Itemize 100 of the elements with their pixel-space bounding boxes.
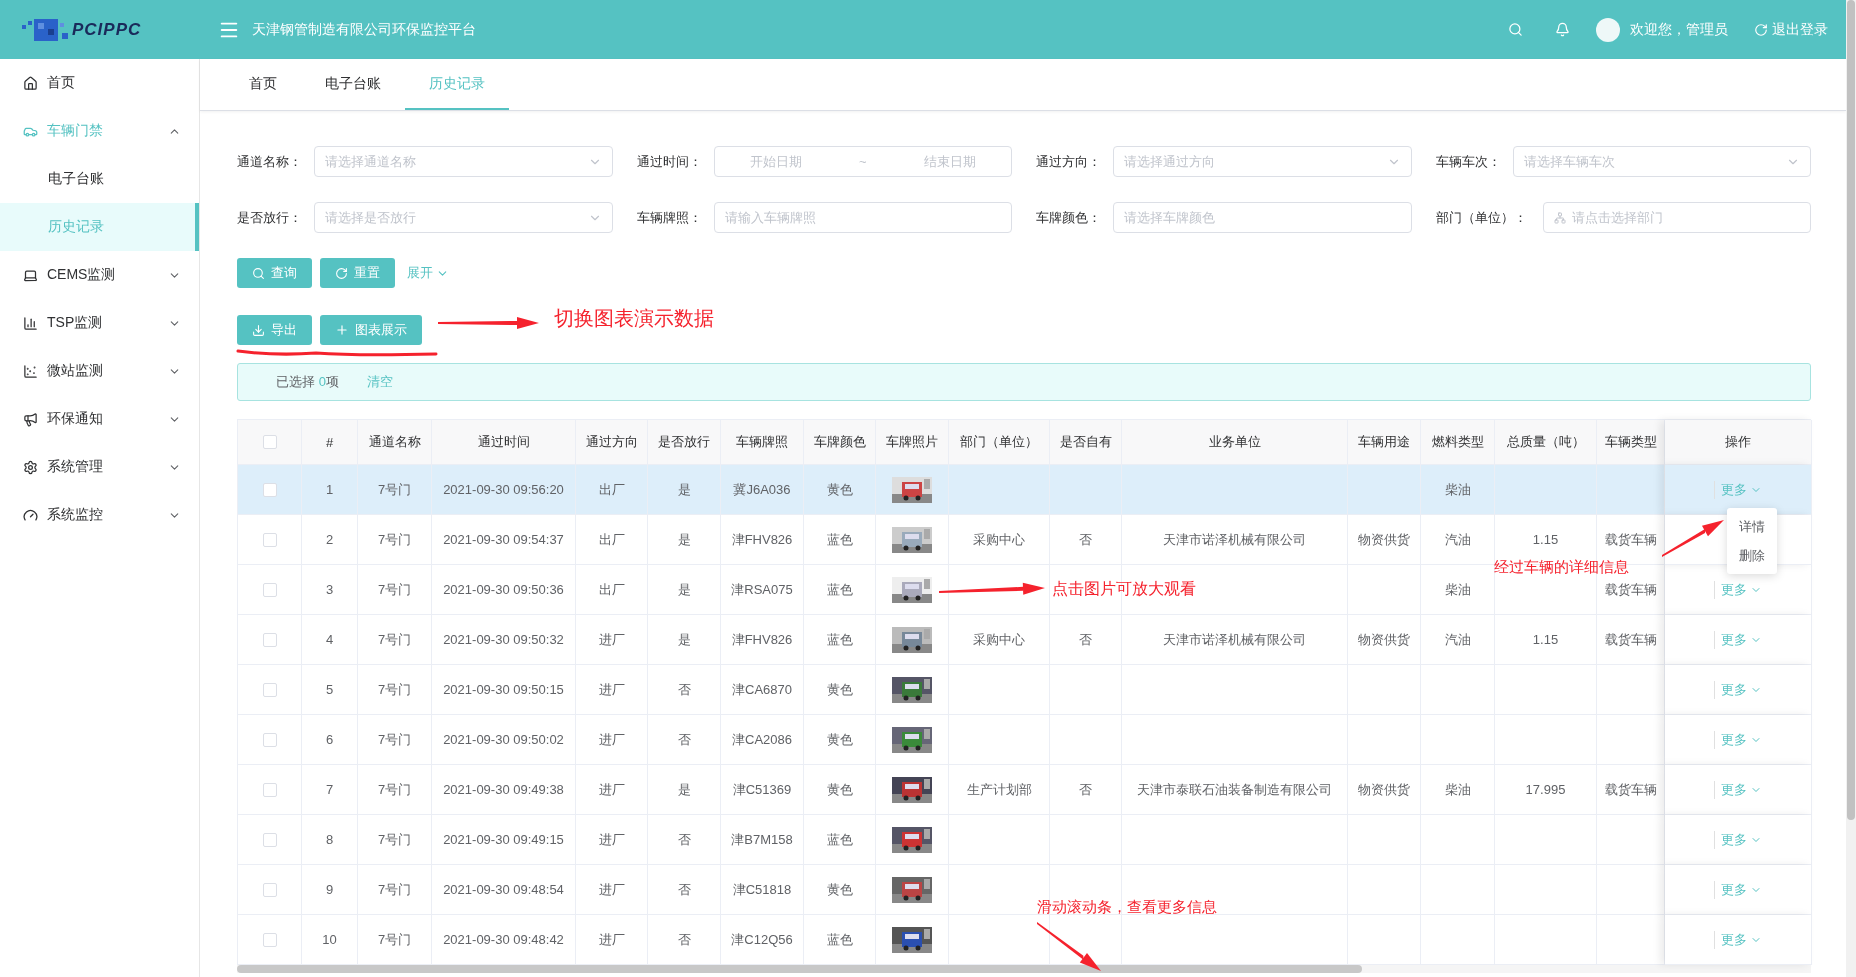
sidebar-item[interactable]: 系统监控 xyxy=(0,491,199,539)
logout-link[interactable]: 退出登录 xyxy=(1754,20,1828,39)
table-cell: 蓝色 xyxy=(804,915,876,965)
bell-icon[interactable] xyxy=(1555,22,1570,37)
table-cell: 2021-09-30 09:49:15 xyxy=(432,815,576,865)
tab[interactable]: 历史记录 xyxy=(405,59,509,110)
menu-item-icon xyxy=(23,459,38,475)
table-cell: 津B7M158 xyxy=(721,815,804,865)
table-cell: 2021-09-30 09:50:02 xyxy=(432,715,576,765)
download-icon xyxy=(252,323,265,337)
checkbox[interactable] xyxy=(262,532,277,547)
table-cell: 出厂 xyxy=(576,515,648,565)
greeting-text: 欢迎您，管理员 xyxy=(1630,20,1728,39)
sidebar-item[interactable]: 微站监测 xyxy=(0,347,199,395)
reset-button[interactable]: 重置 xyxy=(320,258,395,288)
more-link[interactable]: 更多 xyxy=(1714,880,1762,899)
table-cell: 天津市诺泽机械有限公司 xyxy=(1122,615,1348,665)
horizontal-scrollbar[interactable] xyxy=(237,965,1811,973)
sidebar-subitem[interactable]: 历史记录 xyxy=(0,203,199,251)
checkbox[interactable] xyxy=(262,682,277,697)
more-link[interactable]: 更多 xyxy=(1714,580,1762,599)
select-field[interactable]: 请选择通道名称 xyxy=(314,146,613,177)
sidebar-item[interactable]: 系统管理 xyxy=(0,443,199,491)
field-label: 车牌颜色： xyxy=(1036,208,1102,227)
table-cell: 物资供货 xyxy=(1348,515,1421,565)
table-cell xyxy=(1050,465,1122,515)
sidebar-item[interactable]: 首页 xyxy=(0,59,199,107)
hierarchy-icon xyxy=(1553,211,1566,224)
search-icon[interactable] xyxy=(1508,22,1523,37)
annotation-text: 切换图表演示数据 xyxy=(554,306,714,331)
more-link[interactable]: 更多 xyxy=(1714,830,1762,849)
table-cell: 柴油 xyxy=(1421,565,1495,615)
avatar[interactable] xyxy=(1596,17,1620,42)
sidebar-item[interactable]: CEMS监测 xyxy=(0,251,199,299)
table-cell: 津C51818 xyxy=(721,865,804,915)
table-cell: 2021-09-30 09:48:54 xyxy=(432,865,576,915)
menu-item[interactable]: 删除 xyxy=(1727,541,1777,570)
tab[interactable]: 首页 xyxy=(225,59,301,110)
reset-icon xyxy=(335,266,348,280)
sidebar-item[interactable]: 环保通知 xyxy=(0,395,199,443)
checkbox[interactable] xyxy=(262,632,277,647)
expand-link[interactable]: 展开 xyxy=(407,264,449,282)
arrow xyxy=(1037,922,1101,971)
date-range-field[interactable]: 开始日期 ~ 结束日期 xyxy=(713,146,1012,177)
table-cell: 采购中心 xyxy=(949,615,1050,665)
table-cell: 进厂 xyxy=(576,765,648,815)
vertical-scrollbar[interactable] xyxy=(1846,0,1856,977)
checkbox[interactable] xyxy=(262,932,277,947)
table-cell: 采购中心 xyxy=(949,515,1050,565)
menu-item-icon xyxy=(23,315,38,331)
table-cell: 进厂 xyxy=(576,715,648,765)
field-label: 通道名称： xyxy=(237,152,303,171)
checkbox[interactable] xyxy=(262,882,277,897)
column-header: 操作 xyxy=(1665,420,1812,465)
table-cell: 汽油 xyxy=(1421,615,1495,665)
annotation-text: 点击图片可放大观看 xyxy=(1052,579,1196,599)
more-link[interactable]: 更多 xyxy=(1714,930,1762,949)
checkbox[interactable] xyxy=(262,782,277,797)
table-cell: 否 xyxy=(648,865,721,915)
table-cell: 5 xyxy=(302,665,358,715)
table-cell: 物资供货 xyxy=(1348,765,1421,815)
more-link[interactable]: 更多 xyxy=(1714,780,1762,799)
more-link[interactable]: 更多 xyxy=(1714,630,1762,649)
sidebar-item[interactable]: 车辆门禁 xyxy=(0,107,199,155)
checkbox[interactable] xyxy=(262,435,277,449)
column-header: 车辆用途 xyxy=(1348,420,1421,465)
table-cell: 7号门 xyxy=(358,465,432,515)
select-field[interactable]: 请选择是否放行 xyxy=(314,202,613,233)
field-label: 是否放行： xyxy=(237,208,303,227)
checkbox[interactable] xyxy=(262,582,277,597)
checkbox[interactable] xyxy=(262,732,277,747)
input-field[interactable]: 请选择车牌颜色 xyxy=(1113,202,1412,233)
sidebar-subitem[interactable]: 电子台账 xyxy=(0,155,199,203)
table-cell: 8 xyxy=(302,815,358,865)
table-cell: 进厂 xyxy=(576,865,648,915)
table-cell: 6 xyxy=(302,715,358,765)
clear-link[interactable]: 清空 xyxy=(366,373,393,391)
search-button[interactable]: 查询 xyxy=(237,258,312,288)
export-button[interactable]: 导出 xyxy=(237,315,312,345)
checkbox[interactable] xyxy=(262,482,277,497)
column-header: 是否自有 xyxy=(1050,420,1122,465)
sidebar-item[interactable]: TSP监测 xyxy=(0,299,199,347)
more-link[interactable]: 更多 xyxy=(1714,730,1762,749)
table-cell: 10 xyxy=(302,915,358,965)
tab[interactable]: 电子台账 xyxy=(301,59,405,110)
menu-item[interactable]: 详情 xyxy=(1727,512,1777,541)
more-link[interactable]: 更多 xyxy=(1714,680,1762,699)
table-cell: 2021-09-30 09:50:32 xyxy=(432,615,576,665)
table-cell: 2 xyxy=(302,515,358,565)
select-field[interactable]: 请选择通过方向 xyxy=(1113,146,1412,177)
table-cell: 黄色 xyxy=(804,765,876,815)
select-field[interactable]: 请选择车辆车次 xyxy=(1512,146,1811,177)
table-cell: 载货车辆 xyxy=(1597,615,1665,665)
chart-button[interactable]: 图表展示 xyxy=(320,315,422,345)
input-field[interactable]: 请输入车辆牌照 xyxy=(713,202,1012,233)
table-cell: 7号门 xyxy=(358,915,432,965)
checkbox[interactable] xyxy=(262,832,277,847)
table-cell: 2021-09-30 09:54:37 xyxy=(432,515,576,565)
column-header: # xyxy=(302,420,358,465)
more-link[interactable]: 更多 xyxy=(1714,480,1762,499)
